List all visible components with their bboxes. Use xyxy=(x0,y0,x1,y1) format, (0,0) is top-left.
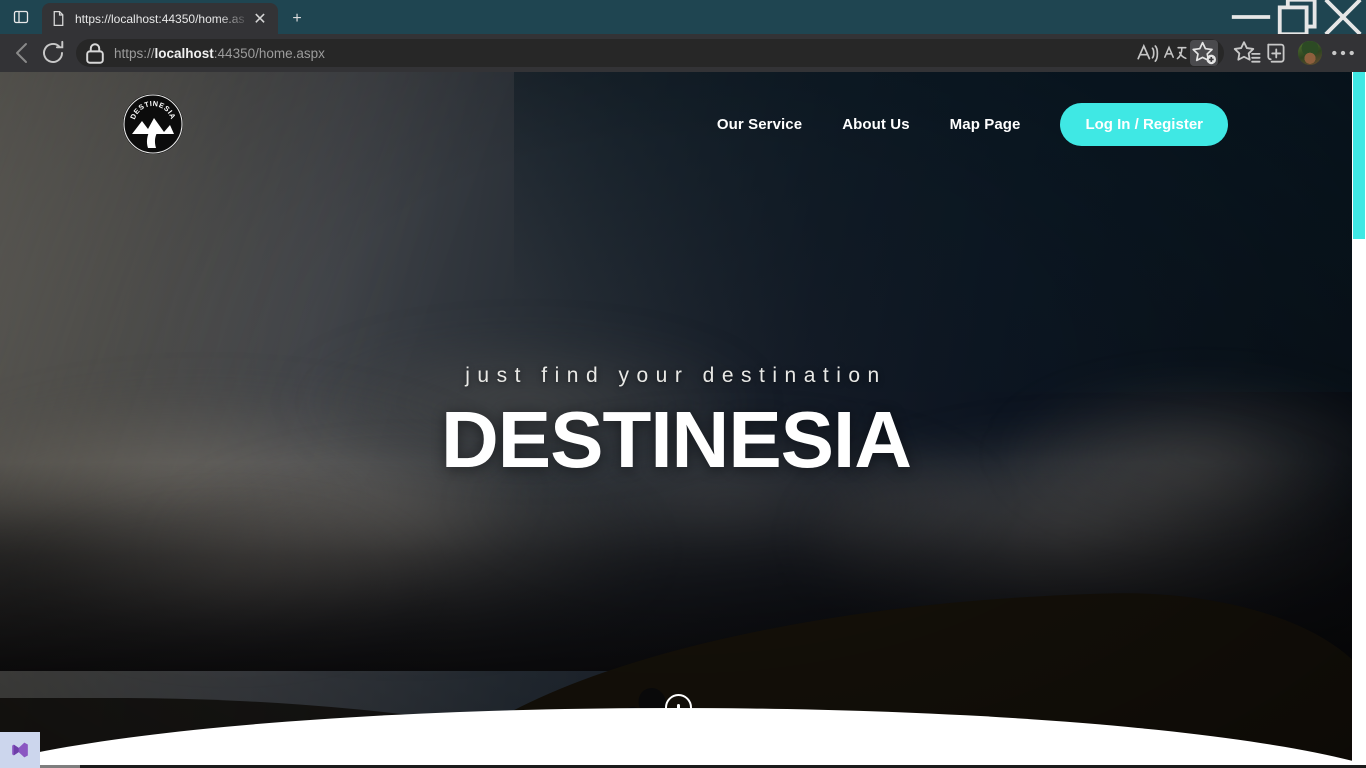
close-button[interactable] xyxy=(1320,0,1366,36)
address-bar-url: https://localhost:44350/home.aspx xyxy=(114,45,325,61)
nav-map-page[interactable]: Map Page xyxy=(930,108,1041,141)
back-button[interactable] xyxy=(8,38,38,68)
tab-title: https://localhost:44350/home.as xyxy=(75,11,245,26)
translate-icon[interactable] xyxy=(1162,40,1190,66)
hero-brand-title: DESTINESIA xyxy=(440,395,912,484)
visual-studio-icon[interactable] xyxy=(0,732,40,768)
nav-about-us[interactable]: About Us xyxy=(822,108,929,141)
page-scrollbar[interactable] xyxy=(1352,72,1366,768)
window-controls xyxy=(1228,0,1366,37)
settings-more-icon[interactable] xyxy=(1328,38,1358,68)
profile-avatar[interactable] xyxy=(1298,41,1322,65)
scroll-down-mouse-icon[interactable] xyxy=(665,694,692,739)
hero-section: DESTINESIA Our Service About Us Map Page… xyxy=(0,72,1352,768)
restore-button[interactable] xyxy=(1274,0,1320,37)
browser-window: https://localhost:44350/home.as ✕ + http… xyxy=(0,0,1366,768)
address-bar-actions xyxy=(1134,40,1218,66)
login-register-button[interactable]: Log In / Register xyxy=(1060,102,1228,146)
nav-our-service[interactable]: Our Service xyxy=(697,108,822,141)
lock-icon[interactable] xyxy=(82,41,108,65)
tab-close-icon[interactable]: ✕ xyxy=(250,9,270,29)
browser-titlebar: https://localhost:44350/home.as ✕ + xyxy=(0,0,1366,37)
browser-tab[interactable]: https://localhost:44350/home.as ✕ xyxy=(42,3,278,34)
hero-tagline: just find your destination xyxy=(465,364,887,387)
address-bar[interactable]: https://localhost:44350/home.aspx xyxy=(76,39,1224,67)
hero-copy: just find your destination DESTINESIA xyxy=(0,364,1352,480)
site-navbar: DESTINESIA Our Service About Us Map Page… xyxy=(0,72,1352,176)
collections-icon[interactable] xyxy=(1262,38,1292,68)
refresh-button[interactable] xyxy=(38,38,68,68)
destinesia-logo[interactable]: DESTINESIA xyxy=(123,94,183,154)
browser-toolbar: https://localhost:44350/home.aspx xyxy=(0,34,1366,72)
new-tab-button[interactable]: + xyxy=(280,4,314,34)
nav-links: Our Service About Us Map Page Log In / R… xyxy=(697,102,1228,146)
minimize-button[interactable] xyxy=(1228,0,1274,34)
scrollbar-thumb[interactable] xyxy=(1353,72,1365,239)
page-icon xyxy=(50,10,67,27)
page-viewport: DESTINESIA Our Service About Us Map Page… xyxy=(0,72,1366,768)
add-favorite-icon[interactable] xyxy=(1190,40,1218,66)
favorites-icon[interactable] xyxy=(1232,38,1262,68)
tab-actions-icon[interactable] xyxy=(0,0,42,34)
read-aloud-icon[interactable] xyxy=(1134,40,1162,66)
